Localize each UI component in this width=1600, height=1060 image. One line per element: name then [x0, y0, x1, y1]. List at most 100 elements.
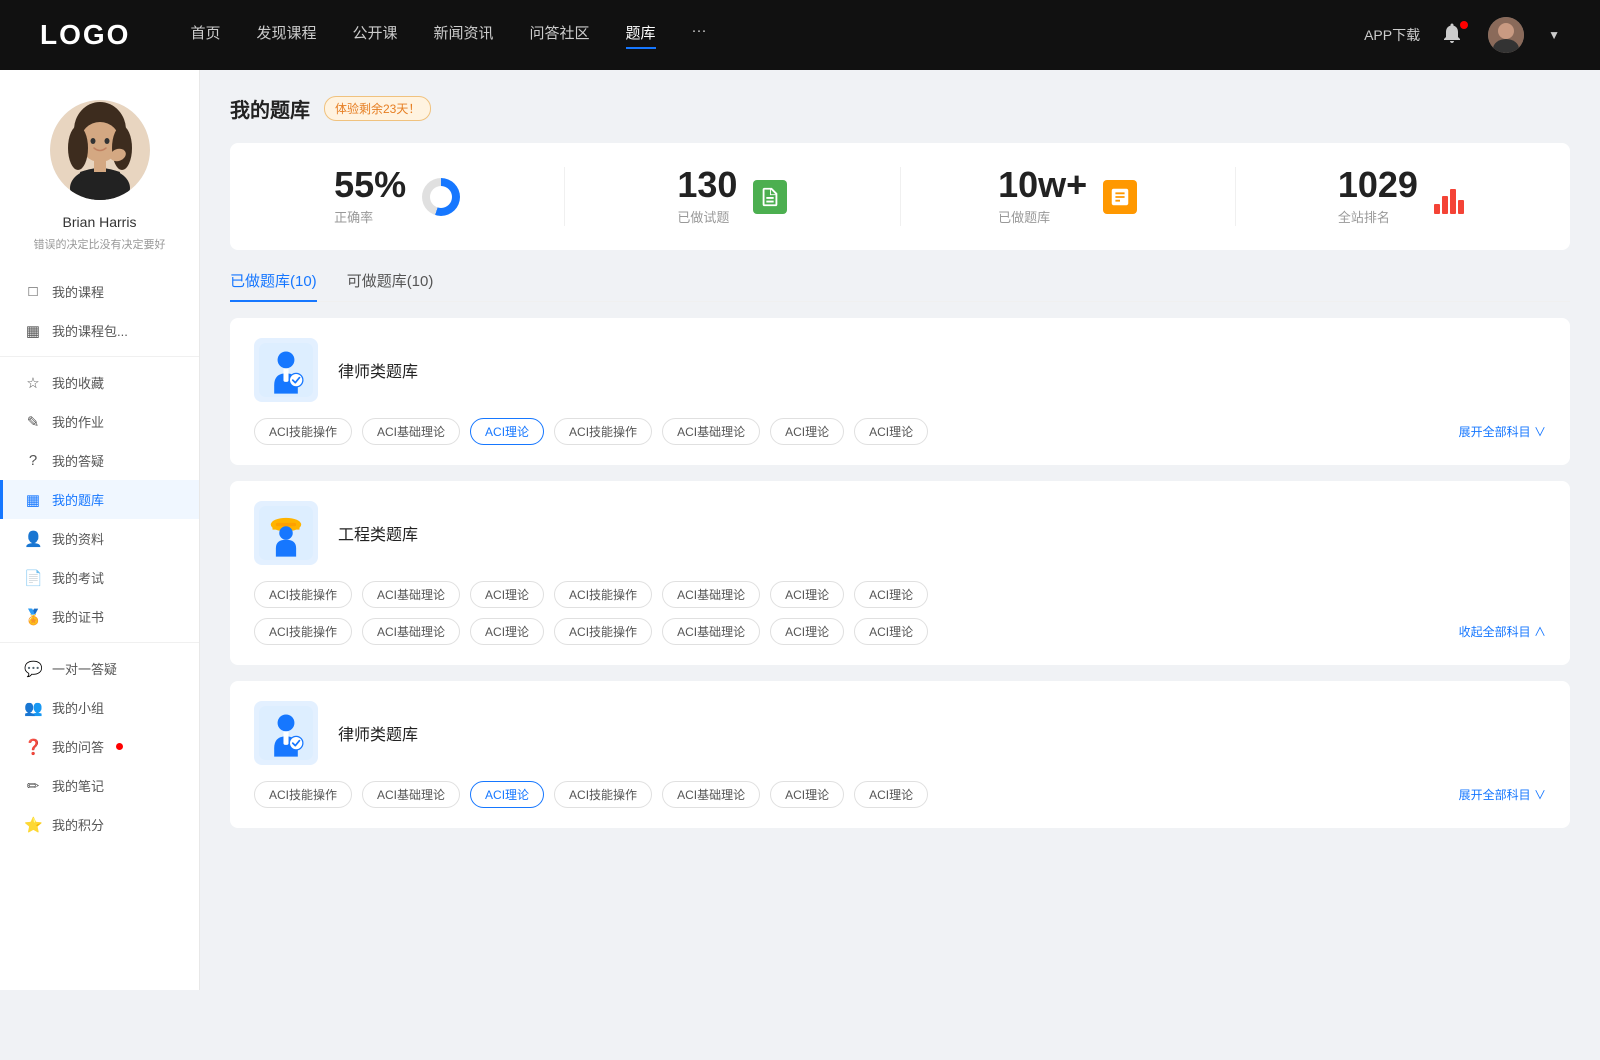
- sidebar-item-homework[interactable]: ✎ 我的作业: [0, 402, 199, 441]
- sidebar-item-notes[interactable]: ✏ 我的笔记: [0, 766, 199, 805]
- sidebar-item-certificate[interactable]: 🏅 我的证书: [0, 597, 199, 636]
- qbank-section-engineer: 工程类题库 ACI技能操作 ACI基础理论 ACI理论 ACI技能操作 ACI基…: [230, 481, 1570, 665]
- doc-icon: [753, 180, 787, 214]
- tag-lawyer2-6[interactable]: ACI理论: [770, 781, 844, 808]
- avatar-chevron-icon[interactable]: ▼: [1548, 28, 1560, 42]
- tag-eng-1-5[interactable]: ACI基础理论: [662, 581, 760, 608]
- page-title: 我的题库: [230, 94, 310, 123]
- tag-eng-1-6[interactable]: ACI理论: [770, 581, 844, 608]
- tag-eng-1-4[interactable]: ACI技能操作: [554, 581, 652, 608]
- tag-eng-2-6[interactable]: ACI理论: [770, 618, 844, 645]
- sidebar-item-tutoring[interactable]: 💬 一对一答疑: [0, 649, 199, 688]
- user-avatar[interactable]: [1488, 17, 1524, 53]
- tag-eng-1-2[interactable]: ACI基础理论: [362, 581, 460, 608]
- qbank-section-2-tags-row2: ACI技能操作 ACI基础理论 ACI理论 ACI技能操作 ACI基础理论 AC…: [254, 618, 1546, 645]
- lawyer-icon: [254, 338, 318, 402]
- tutoring-icon: 💬: [24, 660, 42, 678]
- nav-qa[interactable]: 问答社区: [530, 22, 590, 49]
- sidebar-item-course-package[interactable]: ▦ 我的课程包...: [0, 311, 199, 350]
- sidebar-item-group[interactable]: 👥 我的小组: [0, 688, 199, 727]
- pie-chart-icon: [422, 178, 460, 216]
- tag-lawyer-5[interactable]: ACI基础理论: [662, 418, 760, 445]
- exam-icon: 📄: [24, 569, 42, 587]
- navbar-right: APP下载 ▼: [1364, 17, 1560, 53]
- qbank-section-1-title: 律师类题库: [338, 358, 418, 382]
- sidebar-item-label: 我的积分: [52, 815, 104, 834]
- tag-lawyer2-3[interactable]: ACI理论: [470, 781, 544, 808]
- qbank-section-1-tags: ACI技能操作 ACI基础理论 ACI理论 ACI技能操作 ACI基础理论 AC…: [254, 418, 1546, 445]
- engineer-icon: [254, 501, 318, 565]
- tab-available[interactable]: 可做题库(10): [347, 270, 434, 301]
- qa-icon: ?: [24, 452, 42, 469]
- tab-done[interactable]: 已做题库(10): [230, 270, 317, 301]
- stat-done-banks-value: 10w+: [998, 167, 1087, 203]
- qbank-section-3-header: 律师类题库: [254, 701, 1546, 765]
- stat-ranking-label: 全站排名: [1338, 207, 1418, 226]
- nav-menu: 首页 发现课程 公开课 新闻资讯 问答社区 题库 ···: [190, 22, 1364, 49]
- tag-eng-1-3[interactable]: ACI理论: [470, 581, 544, 608]
- sidebar-item-label: 我的证书: [52, 607, 104, 626]
- sidebar-item-exam[interactable]: 📄 我的考试: [0, 558, 199, 597]
- tag-lawyer2-2[interactable]: ACI基础理论: [362, 781, 460, 808]
- tag-eng-1-1[interactable]: ACI技能操作: [254, 581, 352, 608]
- nav-discover[interactable]: 发现课程: [256, 22, 316, 49]
- stat-done-questions: 130 已做试题: [565, 167, 900, 226]
- page-layout: Brian Harris 错误的决定比没有决定要好 □ 我的课程 ▦ 我的课程包…: [0, 70, 1600, 990]
- tag-eng-2-1[interactable]: ACI技能操作: [254, 618, 352, 645]
- tag-lawyer2-1[interactable]: ACI技能操作: [254, 781, 352, 808]
- sidebar-item-course[interactable]: □ 我的课程: [0, 272, 199, 311]
- page-header: 我的题库 体验剩余23天！: [230, 94, 1570, 123]
- course-icon: □: [24, 283, 42, 300]
- qbank-expand-lawyer[interactable]: 展开全部科目 ∨: [1459, 423, 1546, 440]
- sidebar-item-qbank[interactable]: ▦ 我的题库: [0, 480, 199, 519]
- sidebar-item-label: 我的作业: [52, 412, 104, 431]
- tag-eng-2-3[interactable]: ACI理论: [470, 618, 544, 645]
- myqa-icon: ❓: [24, 738, 42, 756]
- qbank-expand-lawyer2[interactable]: 展开全部科目 ∨: [1459, 786, 1546, 803]
- sidebar-item-label: 我的收藏: [52, 373, 104, 392]
- tag-eng-2-7[interactable]: ACI理论: [854, 618, 928, 645]
- sidebar-item-label: 我的问答: [52, 737, 104, 756]
- tag-lawyer2-4[interactable]: ACI技能操作: [554, 781, 652, 808]
- sidebar-item-profile[interactable]: 👤 我的资料: [0, 519, 199, 558]
- app-download-link[interactable]: APP下载: [1364, 25, 1420, 45]
- nav-news[interactable]: 新闻资讯: [434, 22, 494, 49]
- tag-lawyer2-5[interactable]: ACI基础理论: [662, 781, 760, 808]
- trial-badge: 体验剩余23天！: [324, 96, 431, 121]
- tag-eng-2-4[interactable]: ACI技能操作: [554, 618, 652, 645]
- lawyer2-icon: [254, 701, 318, 765]
- sidebar-item-favorites[interactable]: ☆ 我的收藏: [0, 363, 199, 402]
- tag-lawyer2-7[interactable]: ACI理论: [854, 781, 928, 808]
- notes-icon: ✏: [24, 777, 42, 795]
- tag-lawyer-7[interactable]: ACI理论: [854, 418, 928, 445]
- sidebar-item-qa[interactable]: ? 我的答疑: [0, 441, 199, 480]
- sidebar-item-label: 我的资料: [52, 529, 104, 548]
- tag-eng-2-2[interactable]: ACI基础理论: [362, 618, 460, 645]
- tag-eng-1-7[interactable]: ACI理论: [854, 581, 928, 608]
- notification-bell[interactable]: [1440, 21, 1468, 49]
- nav-opencourse[interactable]: 公开课: [352, 22, 397, 49]
- nav-qbank[interactable]: 题库: [626, 22, 656, 49]
- sidebar-item-myqa[interactable]: ❓ 我的问答: [0, 727, 199, 766]
- tag-lawyer-6[interactable]: ACI理论: [770, 418, 844, 445]
- tag-lawyer-3[interactable]: ACI理论: [470, 418, 544, 445]
- orange-icon: [1103, 180, 1137, 214]
- navbar: LOGO 首页 发现课程 公开课 新闻资讯 问答社区 题库 ··· APP下载 …: [0, 0, 1600, 70]
- qbank-section-2-header: 工程类题库: [254, 501, 1546, 565]
- tag-lawyer-2[interactable]: ACI基础理论: [362, 418, 460, 445]
- sidebar-item-label: 我的小组: [52, 698, 104, 717]
- qbank-collapse-engineer[interactable]: 收起全部科目 ∧: [1459, 623, 1546, 640]
- user-motto: 错误的决定比没有决定要好: [24, 236, 176, 252]
- sidebar-menu: □ 我的课程 ▦ 我的课程包... ☆ 我的收藏 ✎ 我的作业 ? 我的答疑 ▦: [0, 272, 199, 844]
- tag-lawyer-4[interactable]: ACI技能操作: [554, 418, 652, 445]
- qbank-section-2-tags-row1: ACI技能操作 ACI基础理论 ACI理论 ACI技能操作 ACI基础理论 AC…: [254, 581, 1546, 608]
- nav-home[interactable]: 首页: [190, 22, 220, 49]
- tag-eng-2-5[interactable]: ACI基础理论: [662, 618, 760, 645]
- qbank-section-3-tags: ACI技能操作 ACI基础理论 ACI理论 ACI技能操作 ACI基础理论 AC…: [254, 781, 1546, 808]
- course-package-icon: ▦: [24, 322, 42, 340]
- nav-more[interactable]: ···: [692, 22, 707, 49]
- sidebar-item-points[interactable]: ⭐ 我的积分: [0, 805, 199, 844]
- qbank-section-3-title: 律师类题库: [338, 721, 418, 745]
- tag-lawyer-1[interactable]: ACI技能操作: [254, 418, 352, 445]
- sidebar-divider: [0, 356, 199, 357]
